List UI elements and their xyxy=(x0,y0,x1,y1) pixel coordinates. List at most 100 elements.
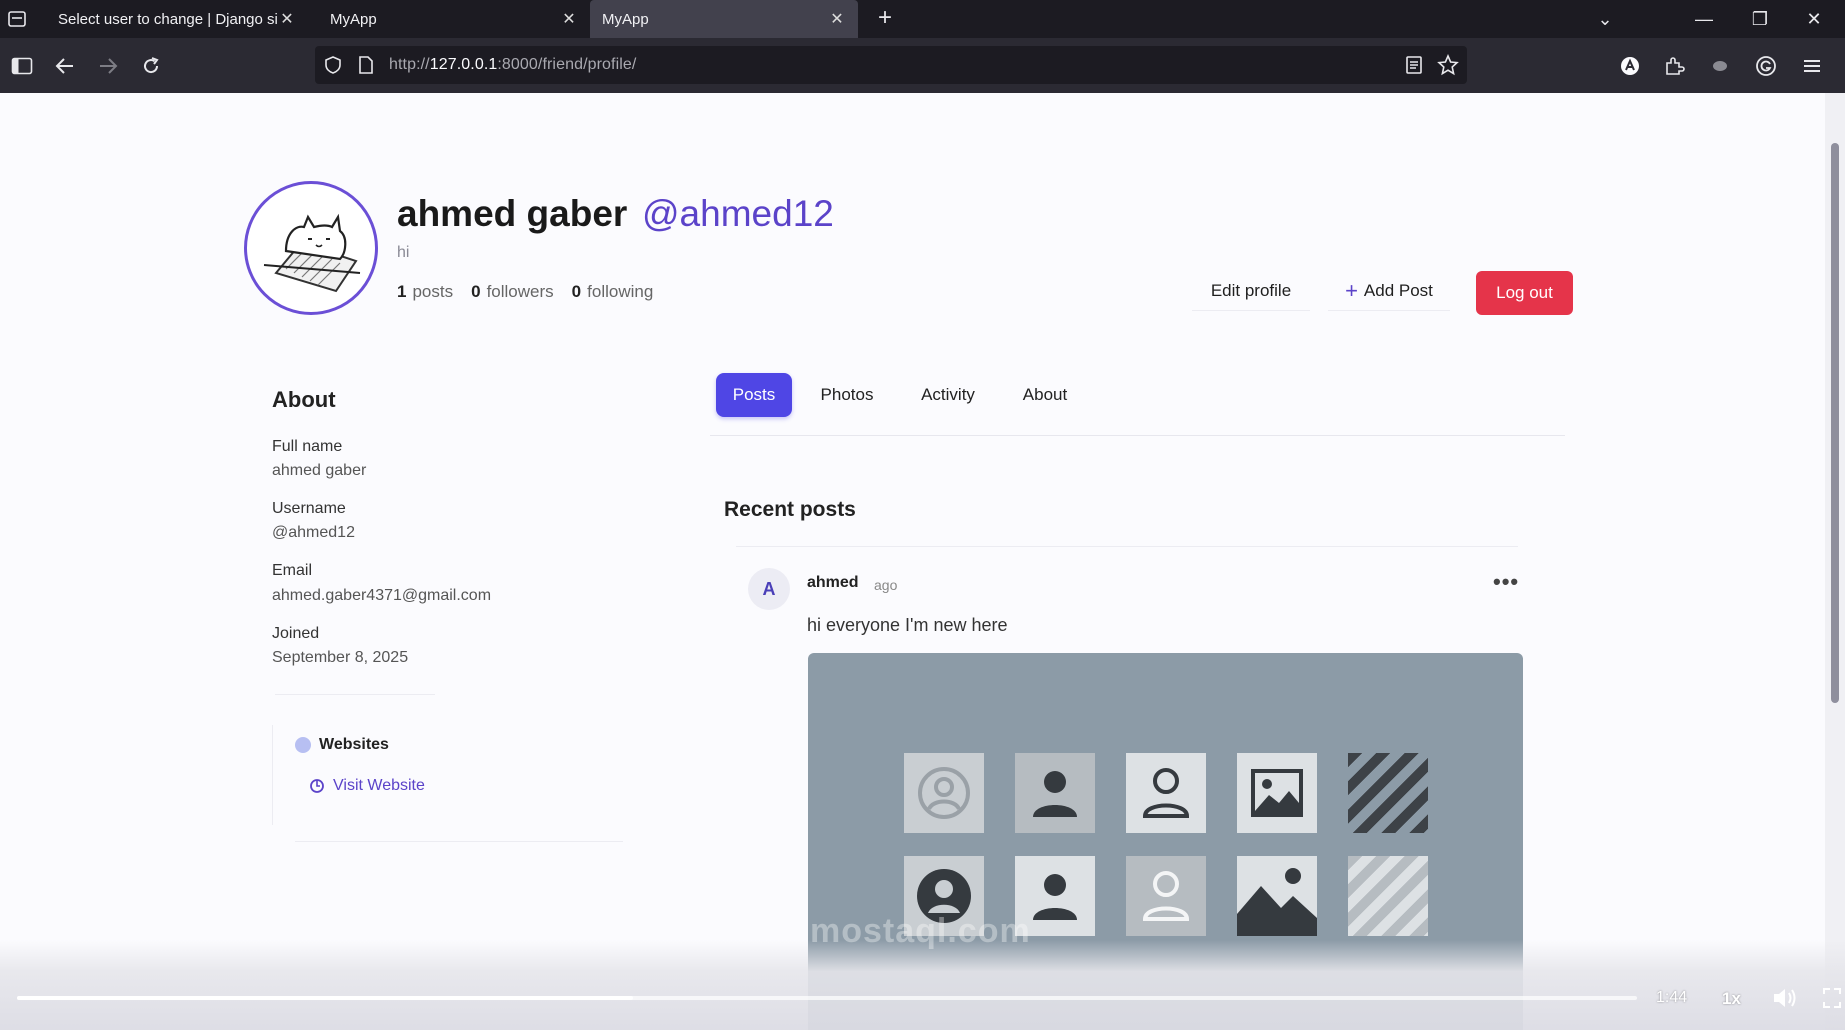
globe-icon xyxy=(295,737,311,753)
page-content: ahmed gaber @ahmed12 hi 1 posts 0 follower… xyxy=(0,93,1845,1030)
post-time: ago xyxy=(874,577,898,593)
volume-icon[interactable] xyxy=(1772,986,1798,1010)
reader-view-icon[interactable] xyxy=(1405,55,1423,80)
websites-title: Websites xyxy=(319,736,389,753)
username-label: Username xyxy=(272,500,346,517)
striped-placeholder-icon xyxy=(1348,856,1428,936)
tab-title: MyApp xyxy=(602,10,649,28)
tab-title: MyApp xyxy=(330,10,377,28)
following-count: 0 xyxy=(571,282,582,301)
add-post-label: Add Post xyxy=(1363,280,1433,300)
person-icon xyxy=(1015,753,1095,833)
fullscreen-icon[interactable] xyxy=(1822,986,1842,1010)
page-icon[interactable] xyxy=(357,55,375,80)
menu-icon[interactable] xyxy=(1798,52,1826,80)
avatar-outline-icon xyxy=(904,753,984,833)
back-icon[interactable] xyxy=(51,52,79,80)
close-window-button[interactable]: ✕ xyxy=(1794,6,1834,32)
grammarly-icon[interactable] xyxy=(1752,52,1780,80)
mountain-image-icon xyxy=(1237,856,1317,936)
url-text[interactable]: http://127.0.0.1:8000/friend/profile/ xyxy=(389,56,636,74)
extensions-icon[interactable] xyxy=(1660,52,1688,80)
video-progress-bar[interactable] xyxy=(17,996,1637,1000)
add-post-button[interactable]: + Add Post xyxy=(1328,271,1450,311)
about-title: About xyxy=(272,387,336,412)
bookmark-star-icon[interactable] xyxy=(1437,53,1459,81)
post-text: hi everyone I'm new here xyxy=(807,615,1008,635)
tab-photos[interactable]: Photos xyxy=(810,373,884,417)
video-time: 1:44 xyxy=(1656,989,1688,1006)
followers-count: 0 xyxy=(471,282,481,301)
posts-count: 1 xyxy=(397,282,407,301)
link-icon xyxy=(310,779,324,793)
full-name-value: ahmed gaber xyxy=(272,462,367,479)
plus-icon: + xyxy=(1345,277,1358,303)
following-stat[interactable]: 0 following xyxy=(572,282,654,302)
playback-speed-button[interactable]: 1x xyxy=(1722,989,1741,1009)
recent-divider xyxy=(736,546,1518,547)
websites-divider xyxy=(295,841,623,842)
email-label: Email xyxy=(272,562,313,579)
video-progress-fill xyxy=(17,996,633,1000)
following-label: following xyxy=(587,282,654,301)
cat-laptop-icon xyxy=(263,213,361,293)
posts-stat[interactable]: 1 posts xyxy=(397,282,453,302)
tab-posts[interactable]: Posts xyxy=(716,373,792,417)
restore-button[interactable]: ❐ xyxy=(1740,6,1780,32)
joined-value: September 8, 2025 xyxy=(272,649,409,666)
email-value: ahmed.gaber4371@gmail.com xyxy=(272,587,492,604)
person-outline-icon xyxy=(1126,753,1206,833)
profile-avatar[interactable] xyxy=(244,181,378,315)
post-author-avatar[interactable]: A xyxy=(748,568,790,610)
image-icon xyxy=(1237,753,1317,833)
browser-window: Select user to change | Django site admi… xyxy=(0,0,1845,1030)
post-options-button[interactable]: ••• xyxy=(1493,569,1519,595)
scrollbar-thumb[interactable] xyxy=(1831,143,1839,703)
profile-handle: @ahmed12 xyxy=(642,193,834,234)
navigation-bar: http://127.0.0.1:8000/friend/profile/ xyxy=(0,38,1845,93)
url-path: :8000/friend/profile/ xyxy=(497,56,637,73)
visit-website-link[interactable]: Visit Website xyxy=(309,777,425,795)
recent-posts-title: Recent posts xyxy=(724,498,856,521)
followers-stat[interactable]: 0 followers xyxy=(471,282,554,302)
profile-bio: hi xyxy=(397,244,410,261)
post-author[interactable]: ahmed xyxy=(807,574,859,592)
visit-website-label: Visit Website xyxy=(333,777,425,794)
new-tab-button[interactable]: + xyxy=(872,6,898,32)
tab-activity[interactable]: Activity xyxy=(908,373,988,417)
edit-profile-button[interactable]: Edit profile xyxy=(1192,271,1310,311)
close-icon[interactable]: ✕ xyxy=(278,9,296,29)
forward-icon[interactable] xyxy=(94,52,122,80)
tab-about[interactable]: About xyxy=(1012,373,1078,417)
page-scrollbar[interactable] xyxy=(1825,93,1845,1030)
extension-dot-icon[interactable] xyxy=(1706,52,1734,80)
tab-django-admin[interactable]: Select user to change | Django site admi… xyxy=(46,0,308,38)
close-icon[interactable]: ✕ xyxy=(560,9,578,29)
tab-myapp-2[interactable]: MyApp ✕ xyxy=(590,0,858,38)
url-bar[interactable]: http://127.0.0.1:8000/friend/profile/ xyxy=(315,46,1467,84)
url-prefix: http:// xyxy=(389,56,430,73)
tab-list-icon[interactable] xyxy=(6,8,28,30)
account-icon[interactable] xyxy=(1616,52,1644,80)
logout-button[interactable]: Log out xyxy=(1476,271,1573,315)
tabs-divider xyxy=(710,435,1565,436)
about-divider xyxy=(275,694,435,695)
url-host: 127.0.0.1 xyxy=(429,56,498,73)
posts-label: posts xyxy=(412,282,454,301)
tab-title: Select user to change | Django site admi… xyxy=(58,10,278,28)
sidebar-toggle-icon[interactable] xyxy=(8,52,36,80)
full-name-label: Full name xyxy=(272,438,343,455)
reload-icon[interactable] xyxy=(137,52,165,80)
joined-label: Joined xyxy=(272,625,320,642)
close-icon[interactable]: ✕ xyxy=(828,9,846,29)
video-controls-overlay xyxy=(0,940,1845,1030)
tab-myapp-1[interactable]: MyApp ✕ xyxy=(318,0,590,38)
profile-stats: 1 posts 0 followers 0 following xyxy=(397,282,653,302)
shield-icon[interactable] xyxy=(323,55,343,80)
profile-name: ahmed gaber xyxy=(397,193,628,234)
websites-section: Websites Visit Website xyxy=(272,725,622,825)
websites-header: Websites xyxy=(295,736,389,754)
tab-overflow-icon[interactable]: ⌄ xyxy=(1585,6,1625,32)
striped-placeholder-icon xyxy=(1348,753,1428,833)
minimize-button[interactable]: — xyxy=(1684,6,1724,32)
